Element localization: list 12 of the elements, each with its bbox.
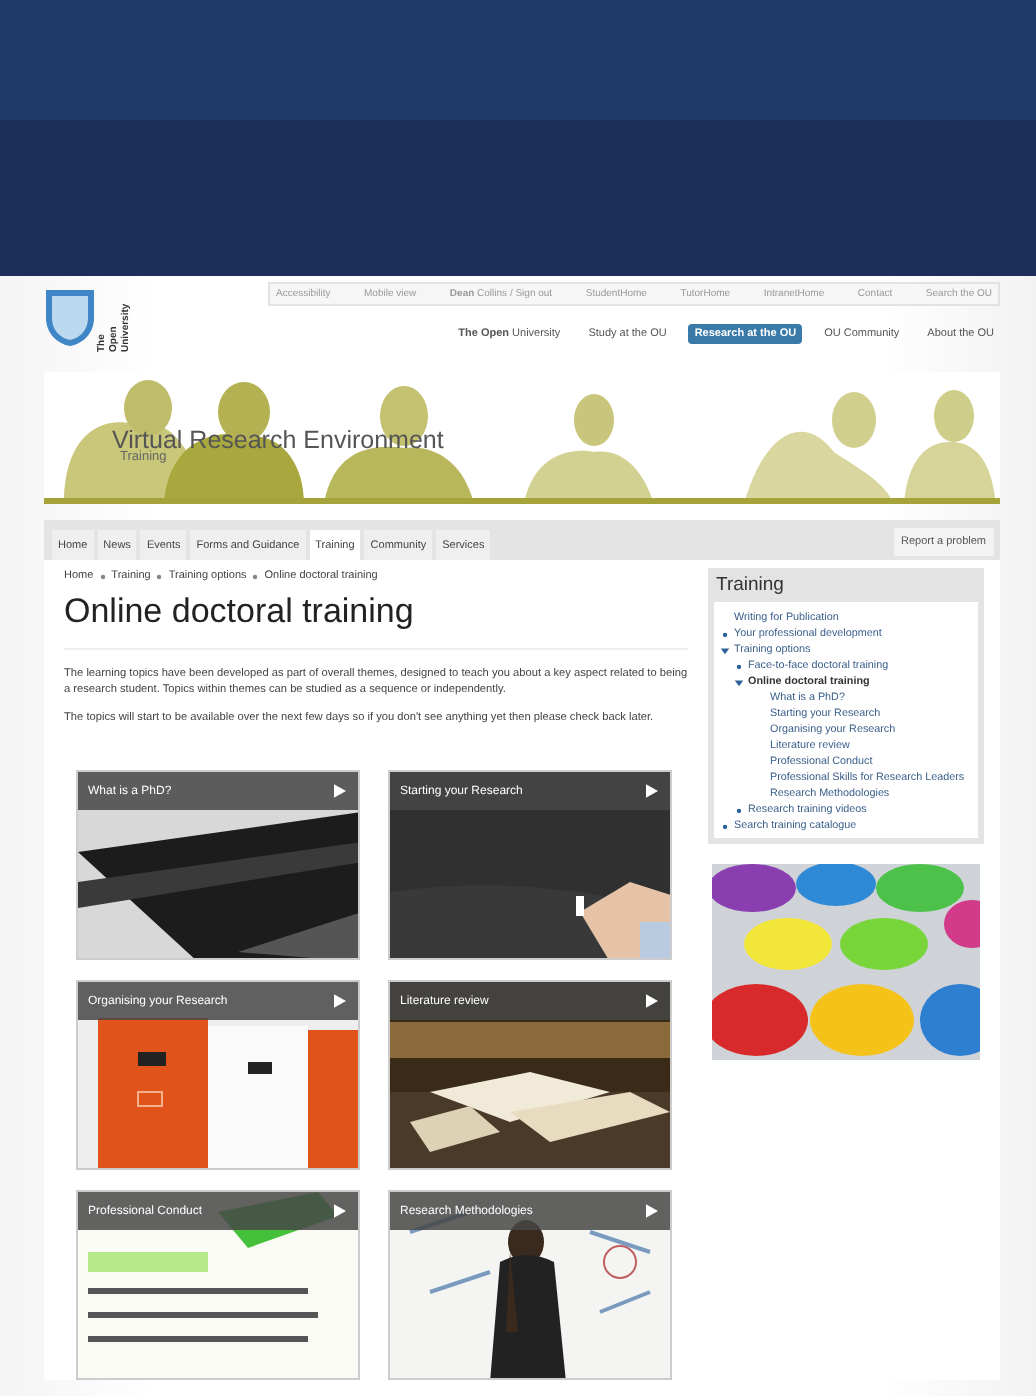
play-icon[interactable] bbox=[646, 1204, 658, 1218]
play-icon[interactable] bbox=[334, 784, 346, 798]
separator-icon bbox=[99, 573, 106, 579]
play-icon[interactable] bbox=[334, 1204, 346, 1218]
sidebar-title: Training bbox=[714, 572, 786, 600]
page-title: Online doctoral training bbox=[64, 592, 688, 650]
separator-icon bbox=[252, 573, 259, 579]
play-icon[interactable] bbox=[646, 994, 658, 1008]
play-icon[interactable] bbox=[334, 994, 346, 1008]
shield-logo-icon bbox=[44, 288, 96, 348]
play-icon[interactable] bbox=[646, 784, 658, 798]
separator-icon bbox=[156, 573, 163, 579]
